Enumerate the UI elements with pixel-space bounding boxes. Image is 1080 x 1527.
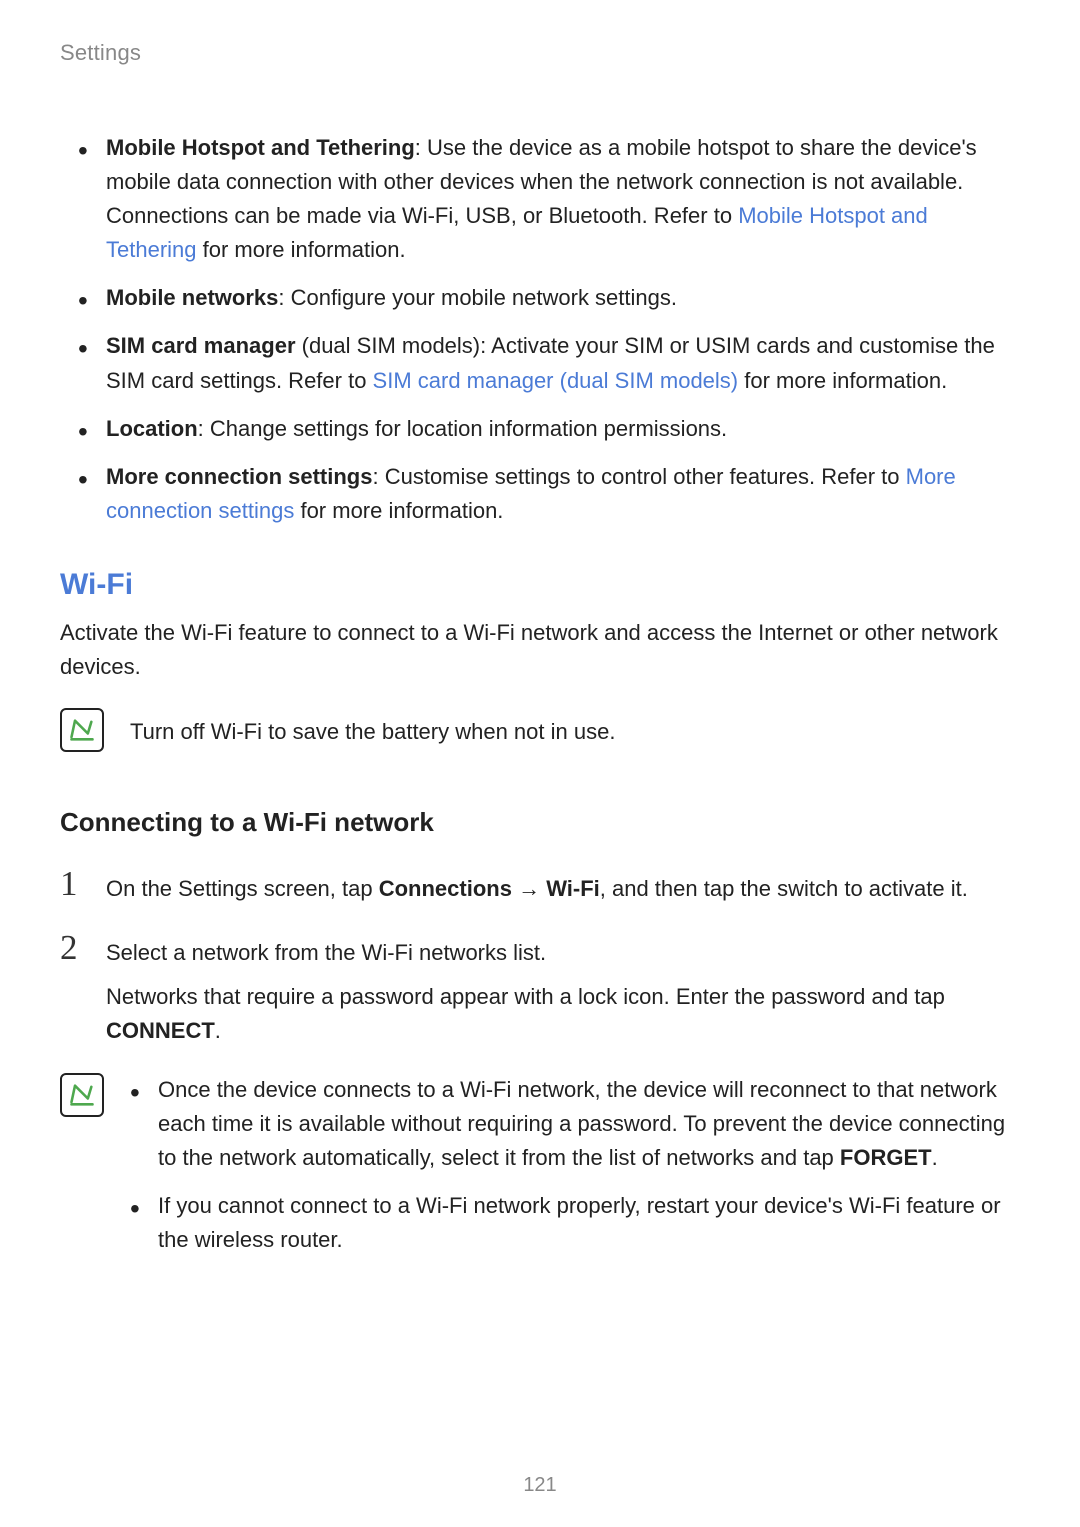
- top-bullet-list: Mobile Hotspot and Tethering: Use the de…: [60, 131, 1020, 528]
- connecting-steps: 1 On the Settings screen, tap Connection…: [60, 866, 1020, 1048]
- note-bullet: Once the device connects to a Wi-Fi netw…: [130, 1073, 1020, 1175]
- connecting-heading: Connecting to a Wi-Fi network: [60, 807, 1020, 838]
- note-bold: FORGET: [840, 1145, 932, 1170]
- link-sim-manager[interactable]: SIM card manager (dual SIM models): [373, 368, 739, 393]
- note-icon: [60, 708, 104, 752]
- step-number: 1: [60, 866, 86, 906]
- wifi-intro: Activate the Wi-Fi feature to connect to…: [60, 616, 1020, 684]
- step-text: Select a network from the Wi-Fi networks…: [106, 936, 1020, 970]
- step-text: Networks that require a password appear …: [106, 984, 945, 1009]
- page-header-title: Settings: [60, 40, 1020, 66]
- bullet-title: SIM card manager: [106, 333, 296, 358]
- note-icon: [60, 1073, 104, 1117]
- bullet-more-connection: More connection settings: Customise sett…: [106, 460, 1020, 528]
- step-subpara: Networks that require a password appear …: [106, 980, 1020, 1048]
- bullet-title: More connection settings: [106, 464, 372, 489]
- bullet-title: Mobile networks: [106, 285, 278, 310]
- step-2: 2 Select a network from the Wi-Fi networ…: [60, 930, 1020, 1048]
- step-body: On the Settings screen, tap Connections …: [106, 866, 1020, 906]
- bullet-mobile-networks: Mobile networks: Configure your mobile n…: [106, 281, 1020, 315]
- step-1: 1 On the Settings screen, tap Connection…: [60, 866, 1020, 906]
- step-body: Select a network from the Wi-Fi networks…: [106, 930, 1020, 1048]
- wifi-note-row: Turn off Wi-Fi to save the battery when …: [60, 708, 1020, 752]
- arrow-icon: →: [512, 876, 546, 901]
- bullet-location: Location: Change settings for location i…: [106, 412, 1020, 446]
- step-bold: CONNECT: [106, 1018, 215, 1043]
- wifi-note-text: Turn off Wi-Fi to save the battery when …: [130, 708, 615, 749]
- note-text: .: [932, 1145, 938, 1170]
- page-content: Mobile Hotspot and Tethering: Use the de…: [60, 131, 1020, 1271]
- bullet-title: Mobile Hotspot and Tethering: [106, 135, 415, 160]
- note-bullet-list: Once the device connects to a Wi-Fi netw…: [130, 1073, 1020, 1271]
- step-text: .: [215, 1018, 221, 1043]
- bullet-text: for more information.: [738, 368, 947, 393]
- bullet-text: : Change settings for location informati…: [198, 416, 727, 441]
- step-text: On the Settings screen, tap: [106, 876, 379, 901]
- note-bullet: If you cannot connect to a Wi-Fi network…: [130, 1189, 1020, 1257]
- step-number: 2: [60, 930, 86, 1048]
- note-text: If you cannot connect to a Wi-Fi network…: [158, 1193, 1001, 1252]
- bullet-title: Location: [106, 416, 198, 441]
- bullet-sim-manager: SIM card manager (dual SIM models): Acti…: [106, 329, 1020, 397]
- bullet-hotspot: Mobile Hotspot and Tethering: Use the de…: [106, 131, 1020, 267]
- step-bold: Connections: [379, 876, 512, 901]
- connecting-note: Once the device connects to a Wi-Fi netw…: [60, 1073, 1020, 1271]
- page-number: 121: [0, 1474, 1080, 1497]
- bullet-text: : Customise settings to control other fe…: [372, 464, 905, 489]
- bullet-text: for more information.: [294, 498, 503, 523]
- bullet-text: for more information.: [197, 237, 406, 262]
- step-text: , and then tap the switch to activate it…: [600, 876, 968, 901]
- bullet-text: : Configure your mobile network settings…: [278, 285, 677, 310]
- wifi-heading: Wi-Fi: [60, 568, 1020, 602]
- step-bold: Wi-Fi: [546, 876, 600, 901]
